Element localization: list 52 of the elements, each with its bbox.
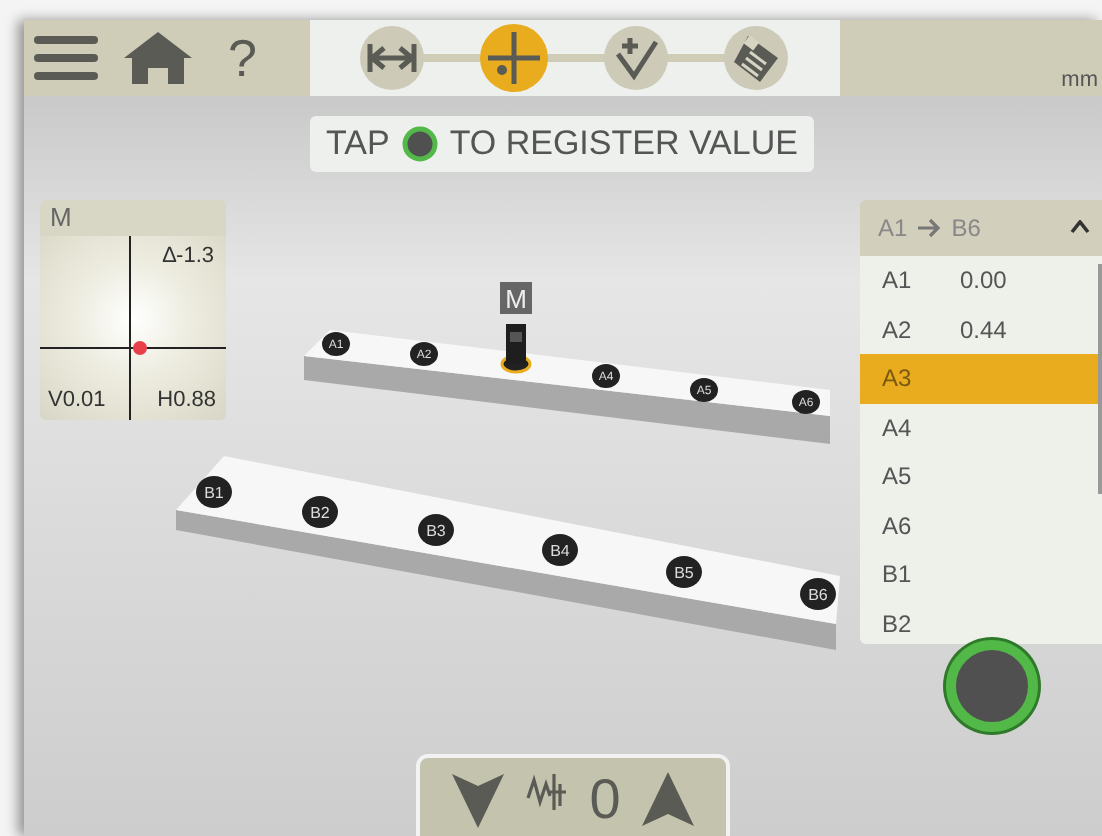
up-arrow-icon[interactable]: [640, 770, 697, 830]
point-name: A5: [880, 462, 914, 491]
workflow-step[interactable]: [480, 24, 548, 92]
workflow-step[interactable]: [360, 26, 424, 90]
crosshair-icon: [486, 30, 542, 86]
point-name: A1: [880, 266, 914, 295]
position-marker[interactable]: B2: [302, 496, 338, 528]
waveform-icon: [525, 770, 570, 814]
position-marker[interactable]: B3: [418, 514, 454, 546]
instruction-text: TO REGISTER VALUE: [449, 124, 798, 164]
range-end: B6: [951, 214, 981, 242]
down-arrow-icon[interactable]: [449, 770, 506, 830]
position-marker[interactable]: B1: [196, 476, 232, 508]
arrow-icon: [917, 218, 942, 238]
position-marker[interactable]: B4: [542, 534, 578, 566]
point-value: 0.00: [958, 266, 1007, 295]
instruction-text: TAP: [326, 124, 390, 164]
point-name: A3: [880, 364, 914, 393]
workflow-step[interactable]: [604, 26, 668, 90]
sensor-title: M: [48, 200, 74, 236]
point-row[interactable]: A2 0.44: [860, 305, 1102, 354]
workflow-step[interactable]: [724, 26, 788, 90]
point-row[interactable]: A5: [860, 452, 1102, 501]
position-marker[interactable]: B6: [800, 578, 836, 610]
unit-label: mm: [1061, 68, 1100, 96]
home-icon[interactable]: [120, 30, 196, 86]
vertical-value: V0.01: [48, 388, 106, 412]
point-row[interactable]: A6: [860, 501, 1102, 550]
range-start: A1: [878, 214, 908, 242]
horizontal-value: H0.88: [157, 388, 216, 412]
point-name: A4: [880, 413, 914, 442]
caret-icon[interactable]: [1070, 220, 1090, 234]
register-button[interactable]: [946, 640, 1038, 732]
point-row[interactable]: B1: [860, 550, 1102, 599]
document-icon: [730, 32, 782, 84]
plus-tick-icon: [612, 34, 660, 82]
point-name: A6: [880, 511, 914, 540]
readout-value: 0: [589, 770, 621, 830]
point-row[interactable]: A1 0.00: [860, 256, 1102, 305]
double-arrow-icon: [366, 42, 418, 74]
sensor-drawing: M: [500, 282, 532, 374]
register-icon: [401, 126, 438, 162]
point-value: 0.44: [958, 315, 1007, 344]
angle-value: ∆-1.3: [162, 244, 214, 268]
point-name: A2: [880, 315, 914, 344]
help-button[interactable]: ?: [228, 27, 257, 89]
point-row[interactable]: B2: [860, 599, 1102, 644]
menu-icon[interactable]: [32, 34, 100, 82]
point-row[interactable]: A4: [860, 403, 1102, 452]
position-marker[interactable]: B5: [666, 556, 702, 588]
point-name: B1: [880, 560, 914, 589]
point-name: B2: [880, 609, 914, 638]
